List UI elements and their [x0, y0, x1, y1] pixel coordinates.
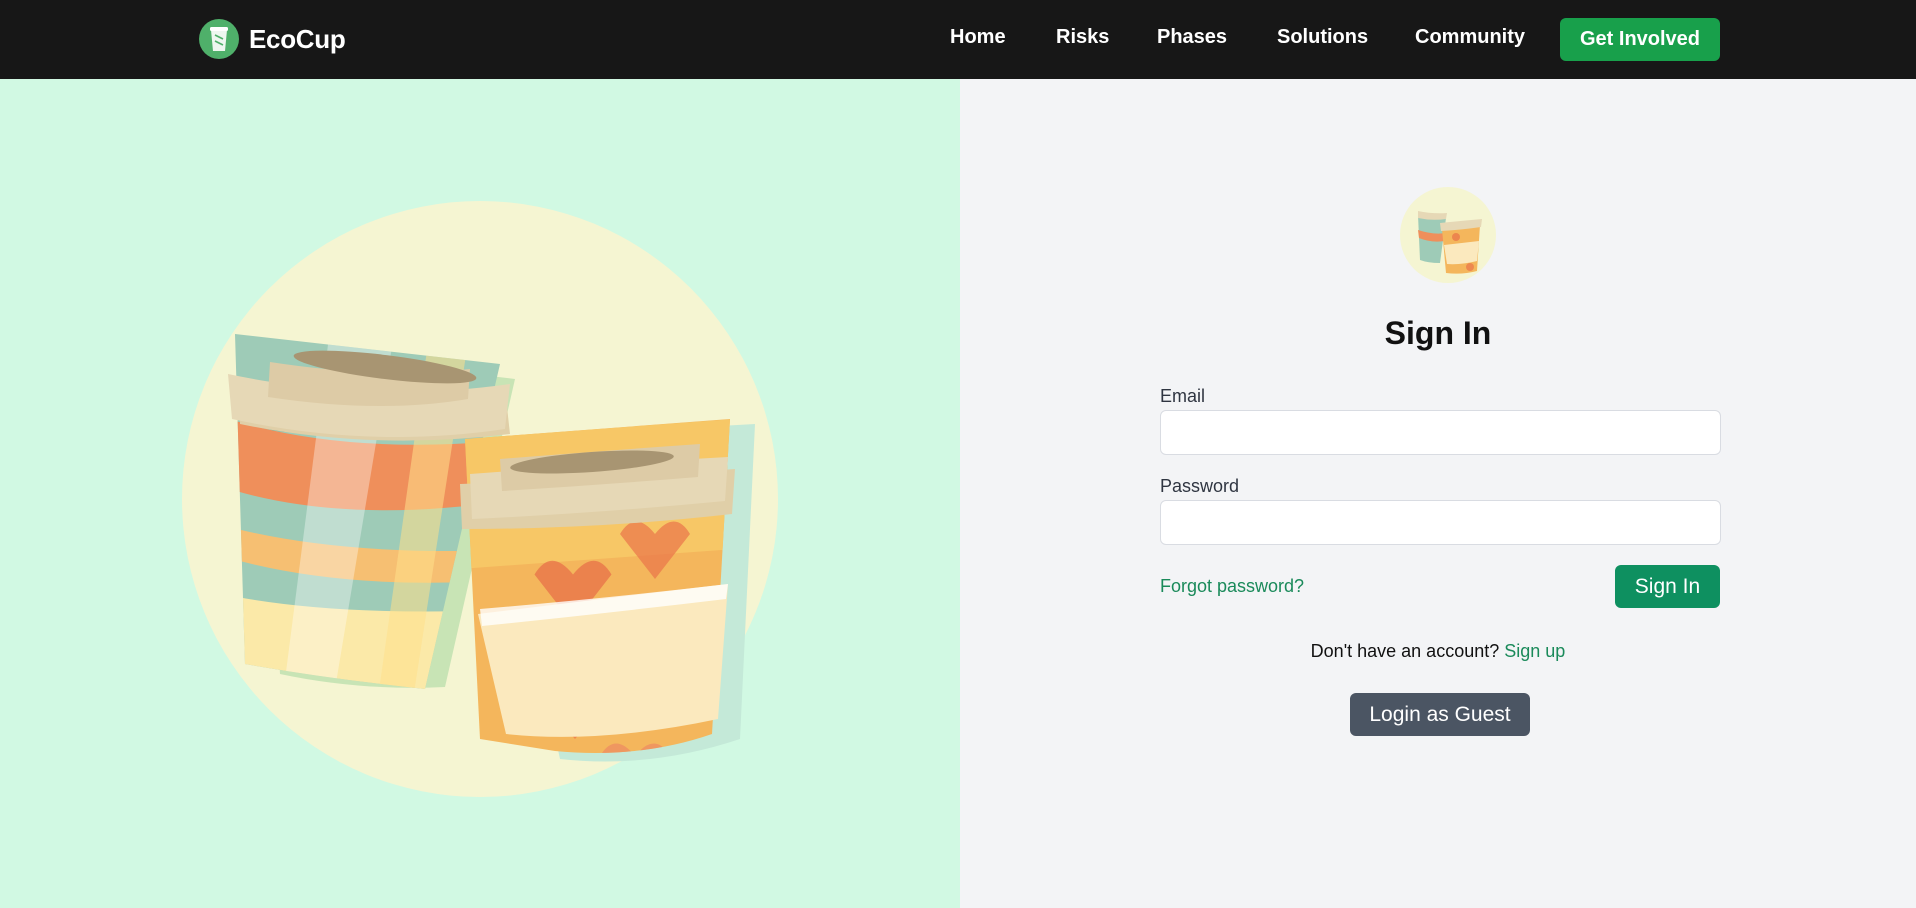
password-field[interactable] — [1160, 500, 1721, 545]
password-label: Password — [1160, 476, 1240, 496]
login-as-guest-button[interactable]: Login as Guest — [1350, 693, 1530, 736]
nav-solutions[interactable]: Solutions — [1277, 26, 1368, 49]
nav-phases[interactable]: Phases — [1157, 26, 1227, 49]
nav-community[interactable]: Community — [1415, 26, 1525, 49]
sign-up-link[interactable]: Sign up — [1504, 641, 1565, 661]
coffee-cups-illustration — [182, 201, 778, 797]
navbar: EcoCup Home Risks Phases Solutions Commu… — [0, 0, 1916, 79]
cups-avatar-icon — [1398, 185, 1498, 285]
no-account-text: Don't have an account? — [1310, 641, 1500, 661]
sign-in-panel: Sign In Email Password Forgot password? … — [960, 79, 1916, 908]
sign-in-title: Sign In — [1384, 315, 1492, 351]
get-involved-button[interactable]: Get Involved — [1560, 18, 1720, 61]
forgot-password-link[interactable]: Forgot password? — [1160, 576, 1304, 597]
nav-risks[interactable]: Risks — [1056, 26, 1109, 49]
email-field[interactable] — [1160, 410, 1721, 455]
signup-prompt: Don't have an account? Sign up — [960, 641, 1916, 662]
sign-in-button[interactable]: Sign In — [1615, 565, 1720, 608]
illustration-panel — [0, 79, 960, 908]
email-label: Email — [1160, 386, 1206, 406]
nav-home[interactable]: Home — [950, 26, 1006, 49]
